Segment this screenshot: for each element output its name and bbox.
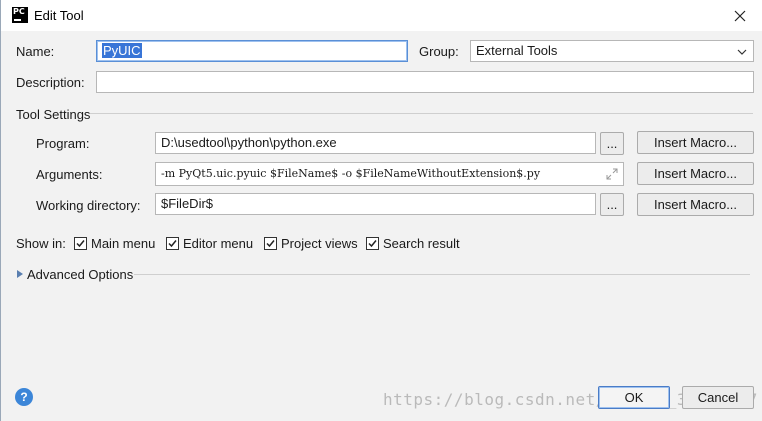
close-button[interactable] [717, 0, 762, 31]
group-value: External Tools [476, 43, 558, 58]
description-label: Description: [16, 75, 85, 90]
advanced-options-divider [134, 274, 750, 275]
main-menu-checkbox[interactable] [74, 237, 87, 250]
project-views-label[interactable]: Project views [281, 236, 358, 251]
arguments-label: Arguments: [36, 167, 103, 182]
advanced-options-toggle[interactable]: Advanced Options [15, 266, 135, 282]
program-insert-macro-button[interactable]: Insert Macro... [637, 131, 754, 154]
name-label: Name: [16, 44, 55, 59]
checkmark-icon [266, 240, 275, 248]
editor-menu-label[interactable]: Editor menu [183, 236, 253, 251]
cancel-button[interactable]: Cancel [682, 386, 754, 409]
tool-settings-heading: Tool Settings [16, 107, 91, 122]
search-result-label[interactable]: Search result [383, 236, 460, 251]
chevron-down-icon [737, 49, 747, 55]
tool-settings-divider [90, 113, 753, 114]
edit-tool-dialog: PC Edit Tool Name: PyUIC Group: External… [0, 0, 762, 421]
help-button[interactable]: ? [15, 388, 33, 406]
dialog-title: Edit Tool [34, 8, 84, 23]
working-directory-value: $FileDir$ [161, 196, 214, 211]
close-icon [734, 10, 746, 21]
checkmark-icon [168, 240, 177, 248]
checkmark-icon [368, 240, 377, 248]
title-bar: PC Edit Tool [1, 0, 762, 31]
triangle-right-icon [17, 270, 23, 278]
program-input[interactable]: D:\usedtool\python\python.exe [155, 132, 596, 154]
working-directory-input[interactable]: $FileDir$ [155, 193, 596, 215]
program-browse-button[interactable]: ... [600, 132, 624, 155]
program-value: D:\usedtool\python\python.exe [161, 135, 337, 150]
pycharm-icon: PC [12, 7, 28, 23]
program-label: Program: [36, 136, 90, 151]
arguments-value: -m PyQt5.uic.pyuic $FileName$ -o $FileNa… [161, 167, 541, 180]
name-input[interactable]: PyUIC [96, 40, 408, 62]
arguments-insert-macro-button[interactable]: Insert Macro... [637, 162, 754, 185]
working-directory-label: Working directory: [36, 198, 141, 213]
group-select[interactable]: External Tools [470, 40, 754, 62]
help-icon: ? [20, 390, 28, 404]
advanced-options-label: Advanced Options [27, 267, 134, 282]
project-views-checkbox[interactable] [264, 237, 277, 250]
description-input[interactable] [96, 71, 754, 93]
checkmark-icon [76, 240, 85, 248]
show-in-label: Show in: [16, 236, 66, 251]
working-directory-browse-button[interactable]: ... [600, 193, 624, 216]
name-value: PyUIC [102, 43, 142, 58]
arguments-input[interactable]: -m PyQt5.uic.pyuic $FileName$ -o $FileNa… [155, 162, 624, 186]
editor-menu-checkbox[interactable] [166, 237, 179, 250]
ok-button[interactable]: OK [598, 386, 670, 409]
main-menu-label[interactable]: Main menu [91, 236, 155, 251]
group-label: Group: [419, 44, 459, 59]
search-result-checkbox[interactable] [366, 237, 379, 250]
expand-icon[interactable] [606, 168, 618, 180]
working-directory-insert-macro-button[interactable]: Insert Macro... [637, 193, 754, 216]
